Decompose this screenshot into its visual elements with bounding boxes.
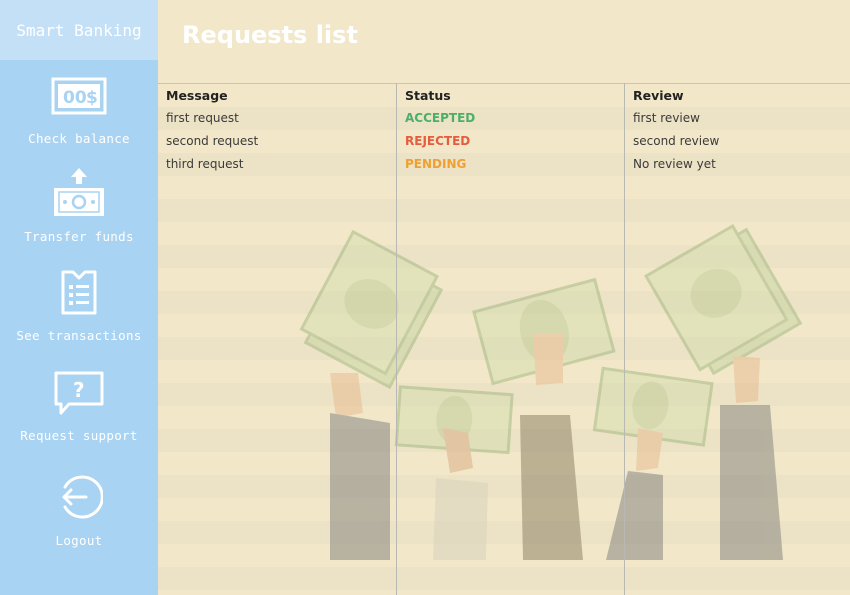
svg-text:?: ? <box>73 378 85 402</box>
support-icon: ? <box>54 371 104 415</box>
nav-label: Transfer funds <box>24 229 134 244</box>
message-cell: third request <box>166 157 244 171</box>
balance-icon: 00 $ <box>51 77 107 115</box>
nav-transfer-funds[interactable]: Transfer funds <box>0 166 158 244</box>
nav-label: Check balance <box>28 131 130 146</box>
nav-label: Logout <box>55 533 103 548</box>
nav-see-transactions[interactable]: See transactions <box>0 268 158 343</box>
nav-check-balance[interactable]: 00 $ Check balance <box>0 76 158 146</box>
message-cell: second request <box>166 134 259 148</box>
nav-label: See transactions <box>16 328 142 343</box>
transactions-icon <box>61 270 97 315</box>
svg-text:$: $ <box>86 88 98 108</box>
column-header-status[interactable]: Status <box>405 84 451 107</box>
table-row[interactable]: first request ACCEPTED first review <box>158 107 850 130</box>
column-header-review[interactable]: Review <box>633 84 684 107</box>
table-row[interactable]: second request REJECTED second review <box>158 130 850 153</box>
column-header-message[interactable]: Message <box>166 84 228 107</box>
page-header: Requests list <box>158 0 850 83</box>
nav-label: Request support <box>20 428 138 443</box>
table-header: Message Status Review <box>158 84 850 107</box>
logout-icon <box>62 475 103 519</box>
app-window: Smart Banking 00 $ Check balance Transfe… <box>0 0 850 595</box>
svg-text:00: 00 <box>63 88 87 108</box>
status-cell: PENDING <box>405 157 467 171</box>
status-cell: ACCEPTED <box>405 111 476 125</box>
page-title: Requests list <box>182 21 358 49</box>
table-row[interactable]: third request PENDING No review yet <box>158 153 850 176</box>
main-content: Requests list Message Status Review firs… <box>158 0 850 595</box>
review-cell: first review <box>633 111 700 125</box>
message-cell: first request <box>166 111 239 125</box>
status-cell: REJECTED <box>405 134 471 148</box>
nav-logout[interactable]: Logout <box>0 473 158 548</box>
brand-title: Smart Banking <box>0 0 158 60</box>
review-cell: second review <box>633 134 720 148</box>
nav-request-support[interactable]: ? Request support <box>0 370 158 443</box>
transfer-icon <box>54 168 104 216</box>
sidebar: Smart Banking 00 $ Check balance Transfe… <box>0 0 158 595</box>
review-cell: No review yet <box>633 157 716 171</box>
